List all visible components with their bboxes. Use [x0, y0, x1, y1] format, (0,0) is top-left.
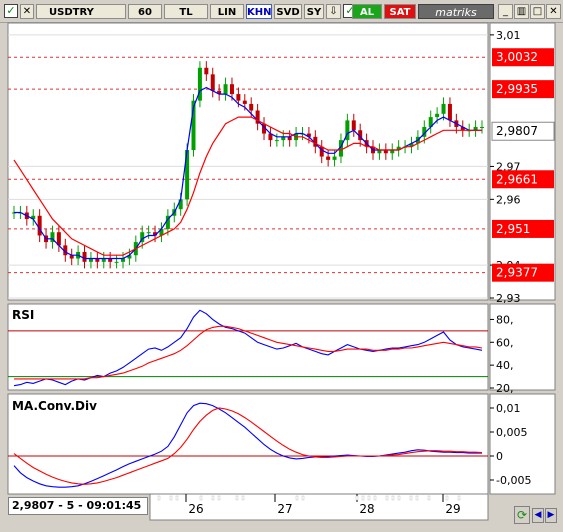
- hour-tick: [356, 496, 358, 500]
- price-tick-label: 3,01: [496, 29, 521, 42]
- date-axis-label: 27: [277, 502, 292, 516]
- rsi-tick-label: 20,: [496, 382, 514, 395]
- hour-tick: [200, 496, 202, 500]
- rsi-title: RSI: [12, 308, 34, 322]
- scroll-left-icon[interactable]: ◀: [532, 508, 544, 523]
- hour-tick: [368, 496, 370, 500]
- rsi-tick-label: 60,: [496, 336, 514, 349]
- hour-tick: [392, 496, 394, 500]
- hour-tick: [446, 496, 448, 500]
- price-level-label: 3,0032: [496, 50, 538, 64]
- macd-tick-label: 0,01: [496, 402, 521, 415]
- macd-tick-label: 0: [496, 450, 503, 463]
- price-candle-body: [211, 74, 215, 90]
- hour-tick: [302, 496, 304, 500]
- price-level-label: 2,9377: [496, 266, 538, 280]
- price-candle-body: [243, 101, 247, 104]
- hour-tick: [170, 496, 172, 500]
- price-candle-body: [448, 104, 452, 120]
- price-candle-body: [83, 252, 87, 262]
- price-level-label: 2,951: [496, 222, 530, 236]
- hour-tick: [410, 496, 412, 500]
- hour-tick: [428, 496, 430, 500]
- hour-tick: [176, 496, 178, 500]
- price-candle-body: [179, 199, 183, 209]
- hour-tick: [242, 496, 244, 500]
- price-level-label: 2,9661: [496, 172, 538, 186]
- hour-tick: [296, 496, 298, 500]
- hour-tick: [212, 496, 214, 500]
- hour-tick: [398, 496, 400, 500]
- date-axis-label: 29: [445, 502, 460, 516]
- hour-tick: [362, 496, 364, 500]
- hour-tick: [458, 496, 460, 500]
- price-tick-label: 2,93: [496, 292, 521, 305]
- chart-window: ✓ ✕ USDTRY 60 TL LIN KHN SVD SY ⇩ ✓ AL S…: [0, 0, 563, 532]
- price-candle-body: [326, 157, 330, 160]
- macd-title: MA.Conv.Div: [12, 399, 97, 413]
- price-level-label: 2,9935: [496, 82, 538, 96]
- hour-tick: [218, 496, 220, 500]
- hour-tick: [374, 496, 376, 500]
- macd-tick-label: 0,005: [496, 426, 528, 439]
- hour-tick: [236, 496, 238, 500]
- refresh-icon[interactable]: ⟳: [514, 506, 530, 524]
- current-price-label: 2,9807: [496, 124, 538, 138]
- price-candle-body: [352, 120, 356, 130]
- scroll-right-icon[interactable]: ▶: [545, 508, 557, 523]
- price-candle-body: [442, 104, 446, 114]
- rsi-tick-label: 80,: [496, 313, 514, 326]
- date-axis-label: 28: [359, 502, 374, 516]
- price-candle-body: [435, 114, 439, 117]
- price-candle-body: [333, 157, 337, 160]
- rsi-tick-label: 40,: [496, 359, 514, 372]
- price-candle-body: [249, 104, 253, 111]
- price-candle-body: [115, 262, 119, 263]
- price-candle-body: [38, 216, 42, 236]
- price-candle-body: [230, 84, 234, 94]
- price-candle-body: [224, 84, 228, 94]
- hour-tick: [158, 496, 160, 500]
- date-axis-label: 26: [188, 502, 203, 516]
- price-tick-label: 2,96: [496, 193, 521, 206]
- status-readout: 2,9807 - 5 - 09:01:45: [8, 497, 148, 515]
- price-candle-body: [275, 140, 279, 141]
- macd-tick-label: -0,005: [496, 474, 531, 487]
- hour-tick: [416, 496, 418, 500]
- hour-tick: [386, 496, 388, 500]
- price-candle-body: [480, 127, 484, 128]
- price-candle-body: [147, 232, 151, 233]
- price-candle-body: [204, 68, 208, 75]
- chart-area: 3,012,972,962,942,933,00322,99352,96612,…: [0, 0, 563, 532]
- price-candle-body: [236, 94, 240, 101]
